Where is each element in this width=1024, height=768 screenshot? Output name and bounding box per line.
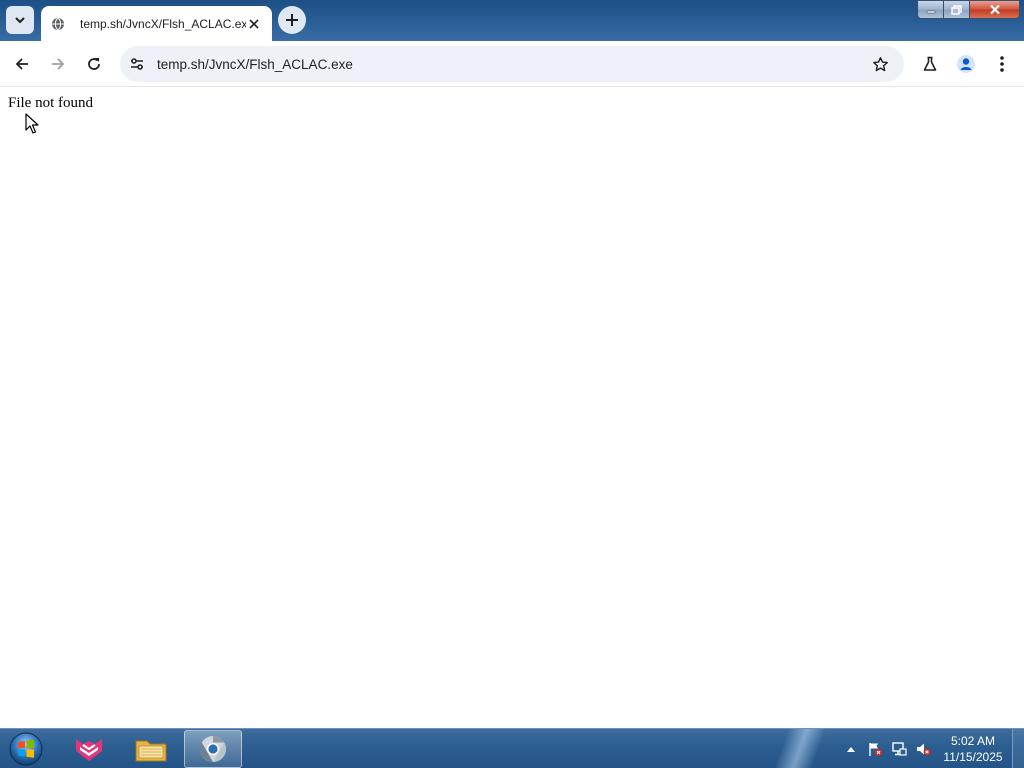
restore-button[interactable]: [944, 0, 970, 19]
new-tab-button[interactable]: [278, 6, 306, 34]
reload-button[interactable]: [80, 50, 108, 78]
labs-button[interactable]: [916, 50, 944, 78]
close-icon: [989, 4, 1000, 15]
taskbar-clock[interactable]: 5:02 AM 11/15/2025: [935, 733, 1011, 765]
start-button[interactable]: [6, 730, 46, 768]
bookmark-star-icon[interactable]: [866, 50, 894, 78]
show-hidden-icons-button[interactable]: [844, 729, 858, 768]
flask-icon: [923, 56, 937, 71]
close-tab-icon[interactable]: [246, 16, 262, 32]
tab-search-button[interactable]: [6, 6, 34, 34]
action-center-tray-icon[interactable]: [864, 729, 886, 768]
network-tray-icon[interactable]: [888, 729, 910, 768]
address-url[interactable]: temp.sh/JvncX/Flsh_ACLAC.exe: [157, 57, 866, 72]
address-bar[interactable]: temp.sh/JvncX/Flsh_ACLAC.exe: [120, 46, 904, 82]
restore-icon: [951, 4, 962, 15]
flag-error-icon: [869, 743, 883, 757]
minimize-icon: [926, 10, 935, 13]
volume-tray-icon[interactable]: [912, 729, 934, 768]
clock-time: 5:02 AM: [950, 734, 996, 748]
avatar-icon: [957, 55, 975, 73]
arrow-left-icon: [15, 58, 28, 70]
close-window-button[interactable]: [970, 0, 1020, 19]
browser-titlebar: temp.sh/JvncX/Flsh_ACLAC.exe: [0, 0, 1024, 41]
windows-orb-icon: [9, 732, 43, 766]
forward-button[interactable]: [44, 50, 72, 78]
taskbar: 5:02 AM 11/15/2025: [0, 728, 1024, 768]
back-button[interactable]: [8, 50, 36, 78]
taskbar-sheen: [760, 729, 840, 768]
mouse-cursor-icon: [25, 113, 39, 134]
globe-icon: [50, 16, 66, 32]
site-info-icon[interactable]: [126, 53, 148, 75]
tab-title: temp.sh/JvncX/Flsh_ACLAC.exe: [80, 16, 246, 31]
page-message: File not found: [8, 95, 93, 111]
clock-date: 11/15/2025: [943, 750, 1003, 764]
taskbar-app-pinned[interactable]: [60, 730, 118, 768]
reload-icon: [88, 58, 100, 70]
minimize-button[interactable]: [917, 0, 944, 19]
taskbar-file-explorer[interactable]: [122, 730, 180, 768]
app-logo-icon: [76, 739, 102, 761]
page-content: File not found: [0, 88, 1024, 728]
taskbar-chrome[interactable]: [184, 730, 242, 768]
browser-tab[interactable]: temp.sh/JvncX/Flsh_ACLAC.exe: [41, 6, 272, 41]
arrow-right-icon: [52, 58, 65, 70]
folder-icon: [135, 740, 167, 762]
browser-toolbar: temp.sh/JvncX/Flsh_ACLAC.exe: [0, 41, 1024, 87]
kebab-menu-icon: [1000, 56, 1004, 72]
window-controls: [917, 0, 1020, 19]
chevron-down-icon: [15, 17, 25, 24]
menu-button[interactable]: [988, 50, 1016, 78]
caret-up-icon: [847, 747, 855, 752]
plus-icon: [286, 14, 298, 26]
chrome-icon: [199, 735, 227, 763]
volume-muted-icon: [917, 743, 931, 756]
network-icon: [892, 742, 907, 756]
show-desktop-button[interactable]: [1012, 729, 1024, 768]
profile-button[interactable]: [952, 50, 980, 78]
